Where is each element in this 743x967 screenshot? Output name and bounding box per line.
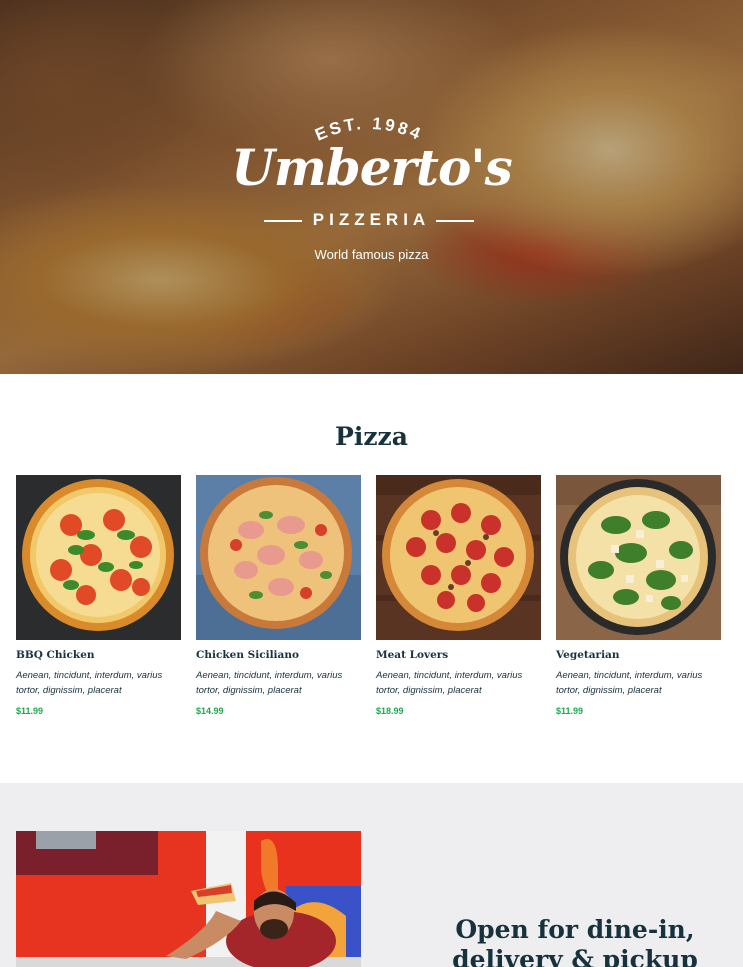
- menu-item-card[interactable]: BBQ Chicken Aenean, tincidunt, interdum,…: [16, 475, 181, 716]
- hero-banner: EST. 1984 Umberto's PIZZERIA World famou…: [0, 0, 743, 374]
- promo-section: Open for dine-in, delivery & pickup: [0, 783, 743, 967]
- divider-right: [436, 220, 474, 222]
- pizza-photo-meat-lovers: [376, 475, 541, 640]
- menu-item-price: $18.99: [376, 706, 404, 716]
- menu-item-name: Meat Lovers: [376, 649, 449, 661]
- menu-item-description: Aenean, tincidunt, interdum, varius tort…: [16, 670, 163, 696]
- menu-section-title: Pizza: [335, 422, 408, 451]
- pizza-photo-bbq-chicken: [16, 475, 181, 640]
- menu-item-description: Aenean, tincidunt, interdum, varius tort…: [196, 670, 343, 696]
- menu-item-price: $11.99: [556, 706, 584, 716]
- menu-item-description: Aenean, tincidunt, interdum, varius tort…: [556, 670, 703, 696]
- hero-tagline: World famous pizza: [314, 247, 429, 262]
- pizza-photo-vegetarian: [556, 475, 721, 640]
- pizza-photo-chicken-siciliano: [196, 475, 361, 640]
- brand-name: Umberto's: [231, 138, 513, 197]
- promo-photo-man-eating-pizza: [16, 831, 361, 967]
- brand-type: PIZZERIA: [312, 210, 431, 229]
- brand-logo: EST. 1984 Umberto's PIZZERIA World famou…: [0, 0, 743, 374]
- menu-item-name: BBQ Chicken: [16, 649, 95, 661]
- menu-item-price: $11.99: [16, 706, 44, 716]
- menu-item-description: Aenean, tincidunt, interdum, varius tort…: [376, 670, 523, 696]
- menu-item-name: Vegetarian: [556, 649, 620, 661]
- menu-item-card[interactable]: Vegetarian Aenean, tincidunt, interdum, …: [556, 475, 721, 716]
- menu-item-card[interactable]: Meat Lovers Aenean, tincidunt, interdum,…: [376, 475, 541, 716]
- menu-item-price: $14.99: [196, 706, 224, 716]
- menu-item-card[interactable]: Chicken Siciliano Aenean, tincidunt, int…: [196, 475, 361, 716]
- menu-item-name: Chicken Siciliano: [196, 649, 299, 661]
- promo-heading: Open for dine-in, delivery & pickup: [452, 915, 698, 967]
